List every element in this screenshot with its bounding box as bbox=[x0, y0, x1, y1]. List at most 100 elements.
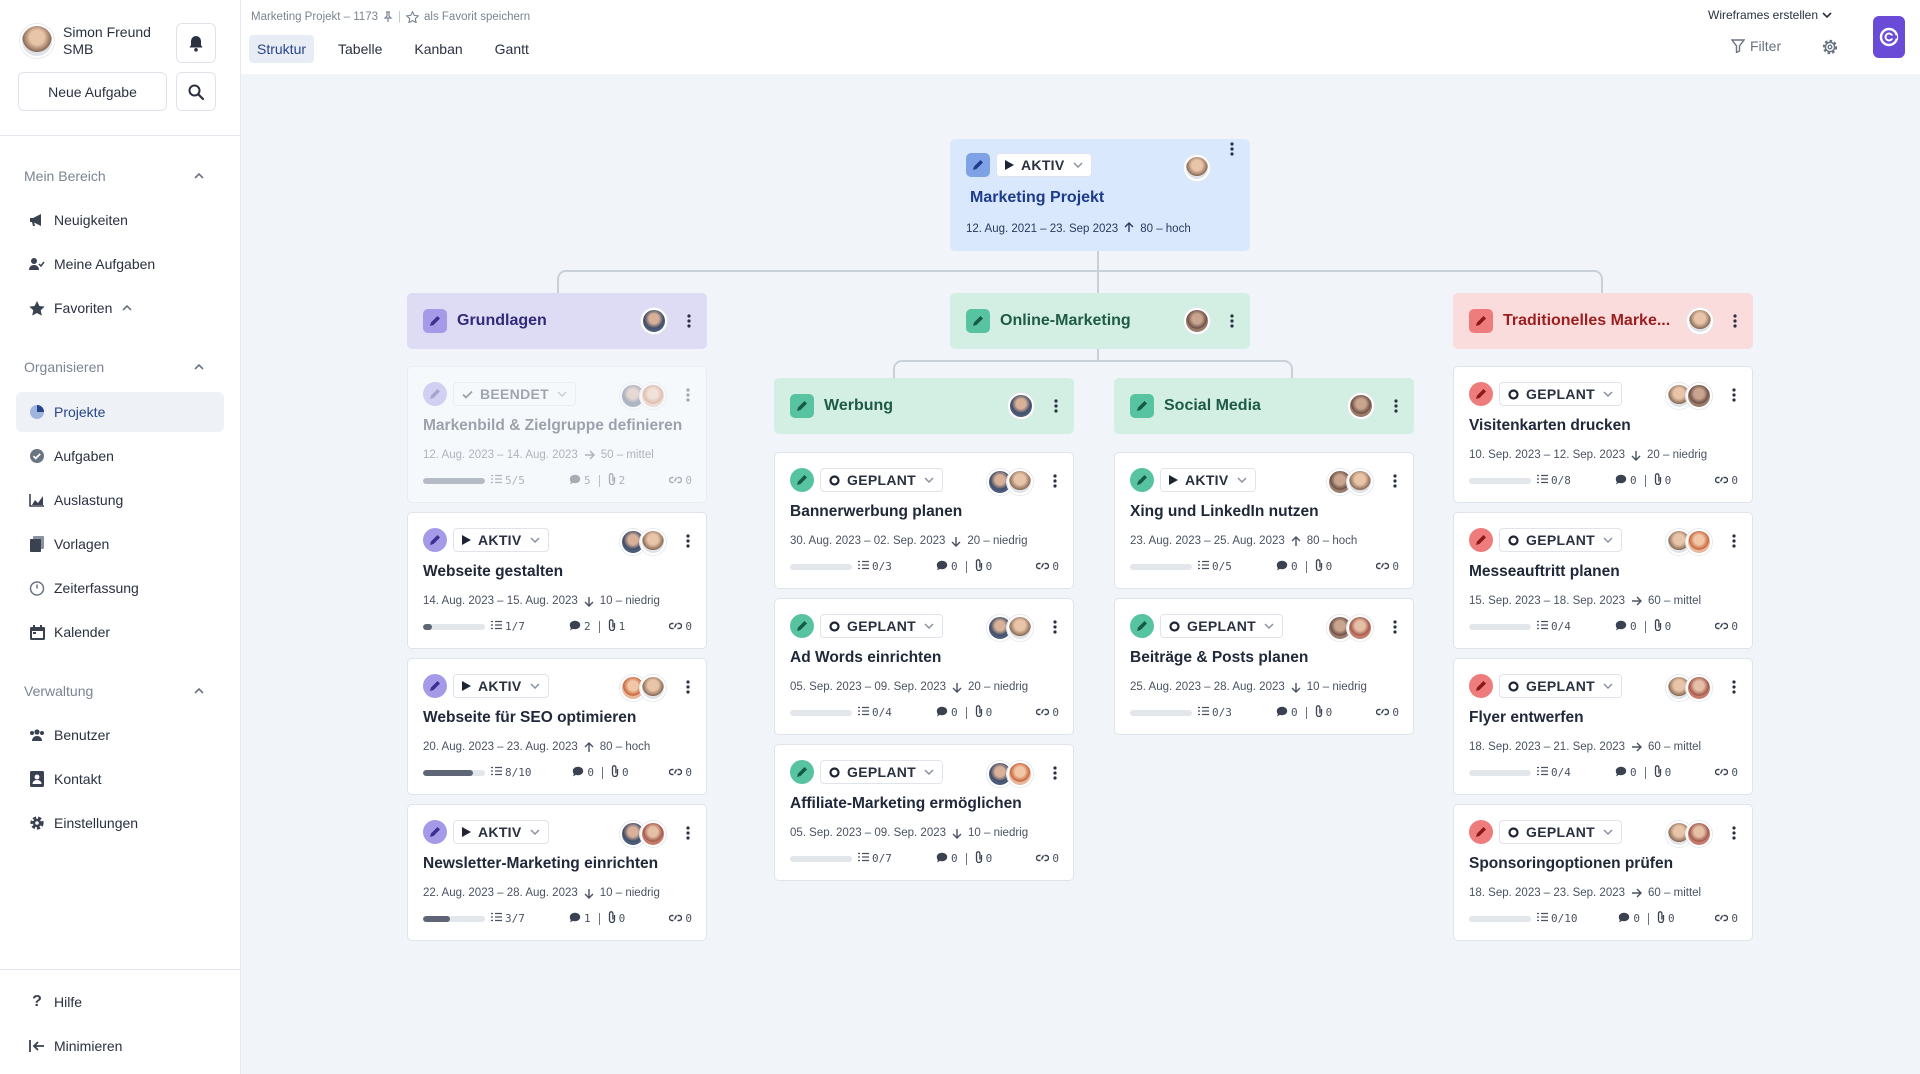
task-title[interactable]: Webseite für SEO optimieren bbox=[423, 709, 636, 727]
star-outline-icon[interactable] bbox=[406, 11, 419, 23]
task-title[interactable]: Xing und LinkedIn nutzen bbox=[1130, 503, 1319, 521]
more-menu-icon[interactable] bbox=[1725, 311, 1745, 331]
status-dropdown[interactable]: AKTIV bbox=[453, 528, 549, 552]
more-menu-icon[interactable] bbox=[1222, 139, 1242, 159]
task-card[interactable]: AKTIV Xing und LinkedIn nutzen 23. Aug. 20… bbox=[1114, 452, 1414, 589]
task-card[interactable]: GEPLANT Visitenkarten drucken 10. Sep. 202… bbox=[1453, 366, 1753, 503]
more-menu-icon[interactable] bbox=[1046, 396, 1066, 416]
notifications-button[interactable] bbox=[176, 23, 216, 63]
more-menu-icon[interactable] bbox=[1724, 823, 1744, 843]
group-title[interactable]: Traditionelles Marke... bbox=[1503, 312, 1670, 330]
task-title[interactable]: Webseite gestalten bbox=[423, 563, 563, 581]
group-title[interactable]: Social Media bbox=[1164, 397, 1261, 415]
status-dropdown[interactable]: GEPLANT bbox=[820, 614, 943, 638]
edit-icon[interactable] bbox=[1469, 382, 1493, 406]
task-card[interactable]: AKTIV Webseite für SEO optimieren 20. Aug.… bbox=[407, 658, 707, 795]
status-dropdown[interactable]: GEPLANT bbox=[820, 468, 943, 492]
more-menu-icon[interactable] bbox=[679, 311, 699, 331]
sidebar-item-minimieren[interactable]: Minimieren bbox=[16, 1026, 224, 1066]
task-title[interactable]: Affiliate-Marketing ermöglichen bbox=[790, 795, 1022, 813]
group-title[interactable]: Werbung bbox=[824, 397, 893, 415]
task-card[interactable]: GEPLANT Affiliate-Marketing ermöglichen 05… bbox=[774, 744, 1074, 881]
more-menu-icon[interactable] bbox=[1045, 617, 1065, 637]
status-dropdown[interactable]: AKTIV bbox=[453, 674, 549, 698]
task-title[interactable]: Flyer entwerfen bbox=[1469, 709, 1584, 727]
tab-tabelle[interactable]: Tabelle bbox=[330, 35, 390, 63]
sidebar-item-favoriten[interactable]: Favoriten bbox=[16, 288, 224, 328]
task-card[interactable]: GEPLANT Flyer entwerfen 18. Sep. 2023 – 21… bbox=[1453, 658, 1753, 795]
task-title[interactable]: Bannerwerbung planen bbox=[790, 503, 962, 521]
wireframes-dropdown[interactable]: Wireframes erstellen bbox=[1708, 8, 1832, 22]
task-card[interactable]: AKTIV Webseite gestalten 14. Aug. 2023 – 1… bbox=[407, 512, 707, 649]
section-mein-bereich[interactable]: Mein Bereich bbox=[24, 168, 204, 184]
task-card[interactable]: GEPLANT Sponsoringoptionen prüfen 18. Sep.… bbox=[1453, 804, 1753, 941]
project-root-card[interactable]: AKTIV Marketing Projekt 12. Aug. 2021 – … bbox=[950, 139, 1250, 251]
app-logo[interactable] bbox=[1873, 16, 1905, 58]
task-title[interactable]: Visitenkarten drucken bbox=[1469, 417, 1631, 435]
sidebar-item-kontakt[interactable]: Kontakt bbox=[16, 759, 224, 799]
more-menu-icon[interactable] bbox=[1724, 531, 1744, 551]
edit-icon[interactable] bbox=[423, 674, 447, 698]
task-title[interactable]: Beiträge & Posts planen bbox=[1130, 649, 1308, 667]
sidebar-item-vorlagen[interactable]: Vorlagen bbox=[16, 524, 224, 564]
task-card[interactable]: GEPLANT Bannerwerbung planen 30. Aug. 2023… bbox=[774, 452, 1074, 589]
more-menu-icon[interactable] bbox=[678, 823, 698, 843]
sidebar-item-kalender[interactable]: Kalender bbox=[16, 612, 224, 652]
edit-icon[interactable] bbox=[966, 309, 990, 333]
breadcrumb-project[interactable]: Marketing Projekt – 1173 bbox=[251, 11, 378, 23]
new-task-button[interactable]: Neue Aufgabe bbox=[18, 72, 167, 111]
view-settings-button[interactable] bbox=[1821, 38, 1839, 61]
group-header[interactable]: Grundlagen bbox=[407, 293, 707, 349]
filter-button[interactable]: Filter bbox=[1731, 38, 1781, 54]
task-card[interactable]: GEPLANT Messeauftritt planen 15. Sep. 2023… bbox=[1453, 512, 1753, 649]
edit-icon[interactable] bbox=[1130, 468, 1154, 492]
edit-icon[interactable] bbox=[1130, 394, 1154, 418]
edit-icon[interactable] bbox=[790, 468, 814, 492]
more-menu-icon[interactable] bbox=[1222, 311, 1242, 331]
more-menu-icon[interactable] bbox=[1385, 617, 1405, 637]
edit-icon[interactable] bbox=[790, 614, 814, 638]
edit-icon[interactable] bbox=[1469, 309, 1493, 333]
group-header[interactable]: Online-Marketing bbox=[950, 293, 1250, 349]
group-title[interactable]: Online-Marketing bbox=[1000, 312, 1131, 330]
status-dropdown[interactable]: GEPLANT bbox=[1499, 820, 1622, 844]
status-dropdown[interactable]: GEPLANT bbox=[1499, 528, 1622, 552]
sidebar-item-zeiterfassung[interactable]: Zeiterfassung bbox=[16, 568, 224, 608]
status-dropdown[interactable]: AKTIV bbox=[453, 820, 549, 844]
status-dropdown[interactable]: GEPLANT bbox=[1499, 674, 1622, 698]
edit-icon[interactable] bbox=[1469, 528, 1493, 552]
more-menu-icon[interactable] bbox=[1045, 471, 1065, 491]
edit-icon[interactable] bbox=[1469, 820, 1493, 844]
more-menu-icon[interactable] bbox=[1045, 763, 1065, 783]
edit-icon[interactable] bbox=[1130, 614, 1154, 638]
task-title[interactable]: Messeauftritt planen bbox=[1469, 563, 1620, 581]
sidebar-item-aufgaben[interactable]: Aufgaben bbox=[16, 436, 224, 476]
group-title[interactable]: Grundlagen bbox=[457, 312, 547, 330]
edit-icon[interactable] bbox=[423, 382, 447, 406]
more-menu-icon[interactable] bbox=[1724, 385, 1744, 405]
task-title[interactable]: Markenbild & Zielgruppe definieren bbox=[423, 417, 682, 435]
edit-icon[interactable] bbox=[966, 153, 990, 177]
sidebar-item-projekte[interactable]: Projekte bbox=[16, 392, 224, 432]
edit-icon[interactable] bbox=[790, 760, 814, 784]
task-title[interactable]: Newsletter-Marketing einrichten bbox=[423, 855, 658, 873]
more-menu-icon[interactable] bbox=[678, 531, 698, 551]
edit-icon[interactable] bbox=[1469, 674, 1493, 698]
edit-icon[interactable] bbox=[423, 820, 447, 844]
status-dropdown[interactable]: GEPLANT bbox=[1160, 614, 1283, 638]
project-title[interactable]: Marketing Projekt bbox=[970, 189, 1104, 207]
favorite-link[interactable]: als Favorit speichern bbox=[424, 11, 530, 23]
tab-gantt[interactable]: Gantt bbox=[487, 35, 537, 63]
more-menu-icon[interactable] bbox=[1386, 396, 1406, 416]
group-header[interactable]: Social Media bbox=[1114, 378, 1414, 434]
user-profile[interactable]: Simon Freund SMB bbox=[20, 24, 151, 58]
edit-icon[interactable] bbox=[423, 528, 447, 552]
task-title[interactable]: Ad Words einrichten bbox=[790, 649, 941, 667]
group-header[interactable]: Werbung bbox=[774, 378, 1074, 434]
sidebar-item-neuigkeiten[interactable]: Neuigkeiten bbox=[16, 200, 224, 240]
section-organisieren[interactable]: Organisieren bbox=[24, 359, 204, 375]
more-menu-icon[interactable] bbox=[1385, 471, 1405, 491]
sidebar-item-auslastung[interactable]: Auslastung bbox=[16, 480, 224, 520]
task-card[interactable]: GEPLANT Ad Words einrichten 05. Sep. 2023 … bbox=[774, 598, 1074, 735]
sidebar-item-einstellungen[interactable]: Einstellungen bbox=[16, 803, 224, 843]
